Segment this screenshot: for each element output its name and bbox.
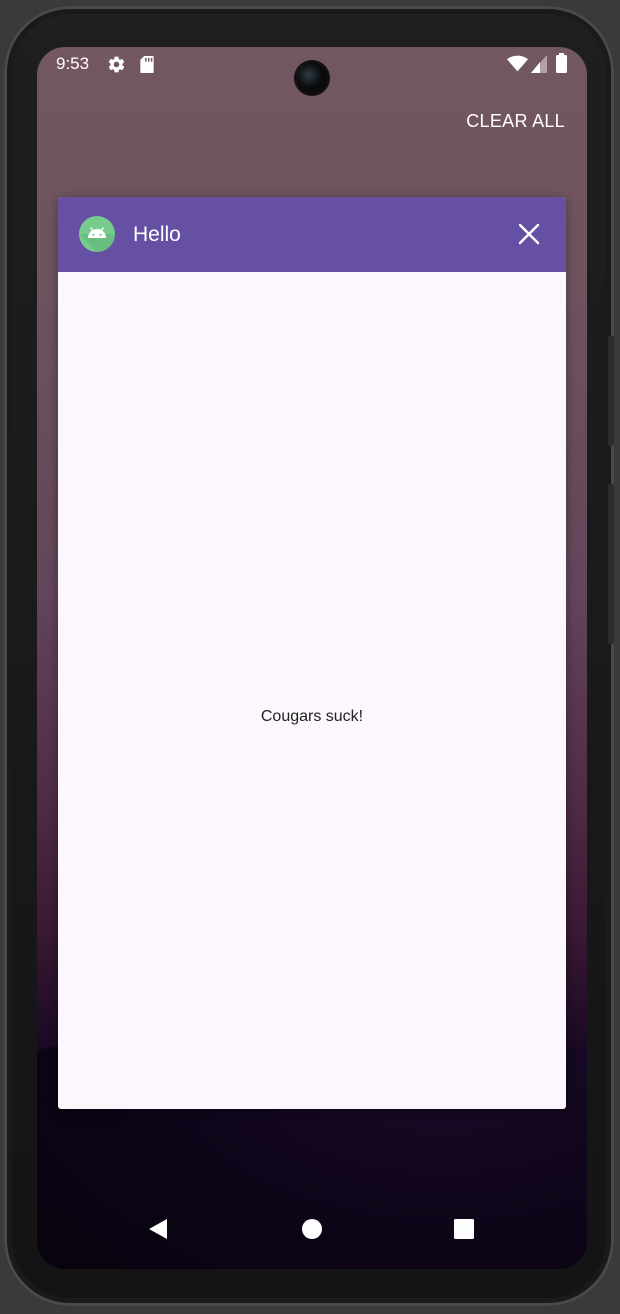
app-preview[interactable]: Cougars suck! <box>58 272 566 1109</box>
wifi-icon <box>507 54 528 78</box>
app-title: Hello <box>133 223 181 246</box>
front-camera <box>296 62 328 94</box>
recent-task-card[interactable]: Hello Cougars suck! <box>58 197 566 1109</box>
task-card-header: Hello <box>58 197 566 272</box>
power-button <box>608 336 614 446</box>
volume-button <box>608 484 614 644</box>
navigation-bar <box>37 1189 587 1269</box>
sd-card-icon <box>139 55 155 79</box>
back-icon[interactable] <box>146 1217 170 1241</box>
close-icon[interactable] <box>518 223 540 245</box>
phone-frame: 9:53 CLEAR ALL Hello Cougars suck! <box>4 6 614 1306</box>
screen: 9:53 CLEAR ALL Hello Cougars suck! <box>37 47 587 1269</box>
signal-icon <box>531 55 547 78</box>
clear-all-button[interactable]: CLEAR ALL <box>466 111 565 132</box>
recents-icon[interactable] <box>452 1217 476 1241</box>
battery-icon <box>556 53 567 78</box>
status-time: 9:53 <box>56 54 90 73</box>
android-icon[interactable] <box>79 216 115 252</box>
home-icon[interactable] <box>300 1217 324 1241</box>
app-message-text: Cougars suck! <box>260 708 364 725</box>
gear-icon <box>107 55 126 79</box>
